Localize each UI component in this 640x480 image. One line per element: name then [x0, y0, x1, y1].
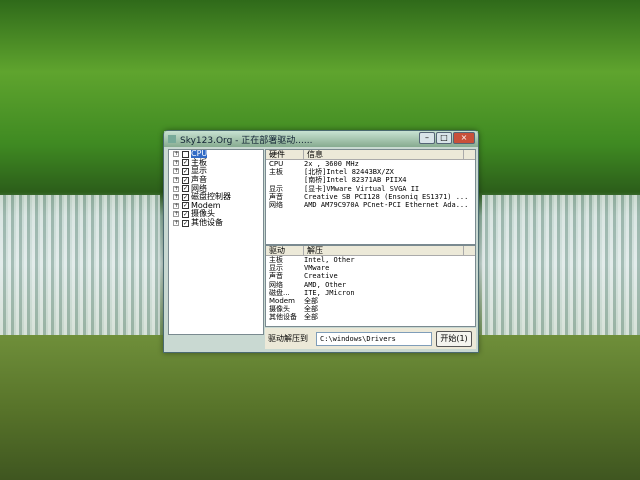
expand-icon[interactable]: +: [173, 220, 179, 227]
row-value: [显卡]VMware Virtual SVGA II: [304, 184, 420, 193]
expand-icon[interactable]: +: [173, 194, 179, 201]
row-name: 磁盘...: [269, 288, 290, 297]
tree-item[interactable]: + CPU: [169, 150, 263, 159]
row-name: 主板: [269, 256, 283, 264]
checkbox[interactable]: ✓: [182, 159, 189, 167]
list-row[interactable]: 声音 Creative: [266, 272, 475, 280]
checkbox[interactable]: ✓: [182, 185, 189, 193]
waterfall-right: [482, 195, 640, 335]
expand-icon[interactable]: +: [173, 202, 179, 209]
minimize-button[interactable]: –: [419, 132, 435, 144]
list-row[interactable]: Modem 全部: [266, 297, 475, 305]
row-name: [266, 176, 304, 184]
row-name: Modem: [269, 296, 295, 305]
app-window: Sky123.Org - 正在部署驱动...... – □ × + CPU + ✓ 主板…: [163, 130, 479, 353]
tree-item-label: 其他设备: [191, 218, 223, 228]
tree-item[interactable]: + ✓ Modem: [169, 201, 263, 211]
col-driver[interactable]: 驱动: [266, 246, 304, 255]
row-name: CPU: [269, 160, 284, 168]
tree-item[interactable]: + ✓ 主板: [169, 158, 263, 168]
row-value: Creative SB PCI128 (Ensoniq ES1371) ...: [304, 192, 469, 201]
checkbox[interactable]: ✓: [182, 193, 189, 201]
list-row[interactable]: [南桥]Intel 82371AB PIIX4: [266, 176, 475, 184]
waterfall-left: [0, 195, 160, 335]
tree-item[interactable]: + ✓ 其他设备: [169, 219, 263, 228]
row-name: 网络: [269, 200, 283, 209]
extract-to-label: 驱动解压到: [268, 334, 308, 343]
expand-icon[interactable]: +: [173, 159, 179, 166]
category-tree: + CPU + ✓ 主板 + ✓ 显示 + ✓ 声音 + ✓ 网络 + ✓ 磁盘控制器 + ✓ Modem + ✓ 摄像头 +…: [168, 149, 264, 335]
row-value: [南桥]Intel 82371AB PIIX4: [304, 176, 407, 185]
list-row[interactable]: CPU 2x , 3600 MHz: [266, 160, 475, 168]
checkbox[interactable]: ✓: [182, 167, 189, 175]
list-row[interactable]: 声音 Creative SB PCI128 (Ensoniq ES1371) ..…: [266, 193, 475, 201]
row-name: 其他设备: [269, 313, 297, 322]
list-row[interactable]: 磁盘... ITE, JMicron: [266, 289, 475, 297]
row-value: Intel, Other: [304, 256, 355, 264]
tree-item-label: 声音: [191, 175, 207, 185]
list-row[interactable]: 其他设备 全部: [266, 313, 475, 321]
extract-bar: 驱动解压到 C:\windows\Drivers 开始(1): [265, 328, 476, 349]
row-name: 声音: [269, 192, 283, 201]
list-row[interactable]: 摄像头 全部: [266, 305, 475, 313]
extract-path-input[interactable]: C:\windows\Drivers: [316, 331, 432, 346]
pool: [0, 335, 640, 480]
expand-icon[interactable]: +: [173, 168, 179, 175]
row-value: VMware: [304, 264, 330, 273]
col-extract[interactable]: 解压: [304, 246, 464, 255]
window-title: Sky123.Org - 正在部署驱动......: [180, 135, 313, 146]
hardware-list[interactable]: 硬件 信息 CPU 2x , 3600 MHz 主板 [北桥]Intel 82443BX…: [265, 149, 476, 245]
list-row[interactable]: 显示 VMware: [266, 264, 475, 272]
maximize-button[interactable]: □: [436, 132, 452, 144]
app-icon: [168, 135, 176, 143]
row-value: 2x , 3600 MHz: [304, 160, 359, 168]
driver-list[interactable]: 驱动 解压 主板 Intel, Other 显示 VMware 声音 Creative 网络 A…: [265, 245, 476, 327]
row-value: 全部: [304, 313, 318, 322]
close-button[interactable]: ×: [453, 132, 475, 144]
col-hardware[interactable]: 硬件: [266, 150, 304, 159]
checkbox[interactable]: [182, 150, 189, 158]
tree-item[interactable]: + ✓ 显示: [169, 167, 263, 176]
expand-icon[interactable]: +: [173, 185, 179, 192]
tree-item[interactable]: + ✓ 声音: [169, 176, 263, 185]
list-row[interactable]: 显示 [显卡]VMware Virtual SVGA II: [266, 185, 475, 193]
checkbox[interactable]: ✓: [182, 176, 189, 184]
list-row[interactable]: 主板 Intel, Other: [266, 256, 475, 264]
row-name: 网络: [269, 280, 283, 289]
start-button[interactable]: 开始(1): [436, 330, 472, 347]
checkbox[interactable]: ✓: [182, 210, 189, 218]
row-name: 显示: [269, 184, 283, 193]
row-name: 声音: [269, 272, 283, 281]
col-info[interactable]: 信息: [304, 150, 464, 159]
row-value: ITE, JMicron: [304, 288, 355, 297]
row-value: Creative: [304, 272, 338, 281]
list-row[interactable]: 网络 AMD AM79C970A PCnet-PCI Ethernet Ada..…: [266, 201, 475, 209]
row-value: AMD AM79C970A PCnet-PCI Ethernet Ada...: [304, 200, 469, 209]
row-name: 主板: [269, 168, 283, 177]
row-value: 全部: [304, 296, 318, 305]
list-row[interactable]: 网络 AMD, Other: [266, 281, 475, 289]
checkbox[interactable]: ✓: [182, 202, 189, 210]
row-value: AMD, Other: [304, 280, 347, 289]
expand-icon[interactable]: +: [173, 151, 179, 158]
expand-icon[interactable]: +: [173, 177, 179, 184]
expand-icon[interactable]: +: [173, 211, 179, 218]
checkbox[interactable]: ✓: [182, 219, 189, 227]
